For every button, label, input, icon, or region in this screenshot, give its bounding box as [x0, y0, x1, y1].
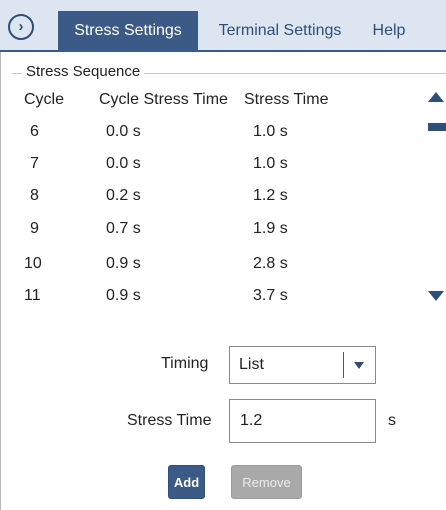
stress-time-input[interactable]	[229, 399, 376, 443]
scroll-up-arrow-icon[interactable]	[428, 92, 444, 102]
tab-terminal-settings[interactable]: Terminal Settings	[205, 11, 355, 52]
select-divider	[343, 352, 344, 378]
tab-stress-settings[interactable]: Stress Settings	[58, 11, 198, 52]
cell-cycle: 6	[30, 123, 39, 140]
cell-cycle-stress-time: 0.9 s	[106, 287, 141, 304]
table-row[interactable]: 6 0.0 s 1.0 s	[0, 121, 420, 151]
cell-stress-time: 1.0 s	[253, 155, 288, 172]
cell-cycle: 9	[30, 220, 39, 237]
cell-cycle: 7	[30, 155, 39, 172]
column-header-stress-time: Stress Time	[244, 91, 329, 108]
cell-cycle: 8	[30, 187, 39, 204]
column-header-cycle-stress-time: Cycle Stress Time	[99, 91, 228, 108]
cell-cycle: 10	[24, 255, 42, 272]
caret-down-icon	[354, 362, 364, 369]
timing-select-value: List	[239, 356, 264, 373]
stress-time-unit: s	[388, 412, 396, 429]
timing-label: Timing	[161, 355, 209, 372]
table-row[interactable]: 9 0.7 s 1.9 s	[0, 218, 420, 248]
table-row[interactable]: 10 0.9 s 2.8 s	[0, 253, 420, 283]
cell-stress-time: 3.7 s	[253, 287, 288, 304]
table-row[interactable]: 11 0.9 s 3.7 s	[0, 285, 420, 315]
cell-stress-time: 1.2 s	[253, 187, 288, 204]
cell-cycle-stress-time: 0.2 s	[106, 187, 141, 204]
stress-time-label: Stress Time	[127, 412, 212, 429]
scroll-down-arrow-icon[interactable]	[428, 291, 444, 301]
cell-cycle-stress-time: 0.9 s	[106, 255, 141, 272]
timing-select[interactable]: List	[229, 346, 376, 384]
cell-cycle: 11	[24, 287, 41, 304]
column-header-cycle: Cycle	[24, 91, 65, 108]
add-button[interactable]: Add	[168, 465, 205, 499]
tab-help[interactable]: Help	[359, 11, 419, 52]
scrollbar-thumb[interactable]	[428, 123, 446, 131]
stress-sequence-title: Stress Sequence	[22, 63, 145, 80]
cell-stress-time: 1.9 s	[253, 220, 288, 237]
cell-cycle-stress-time: 0.7 s	[106, 220, 141, 237]
remove-button[interactable]: Remove	[231, 465, 302, 499]
cell-stress-time: 1.0 s	[253, 123, 288, 140]
table-row[interactable]: 7 0.0 s 1.0 s	[0, 153, 420, 183]
cell-cycle-stress-time: 0.0 s	[106, 123, 141, 140]
chevron-right-circle-icon[interactable]: ›	[8, 14, 34, 40]
table-row[interactable]: 8 0.2 s 1.2 s	[0, 185, 420, 215]
cell-stress-time: 2.8 s	[253, 255, 288, 272]
tab-bar: › Stress Settings Terminal Settings Help	[0, 0, 446, 52]
cell-cycle-stress-time: 0.0 s	[106, 155, 141, 172]
